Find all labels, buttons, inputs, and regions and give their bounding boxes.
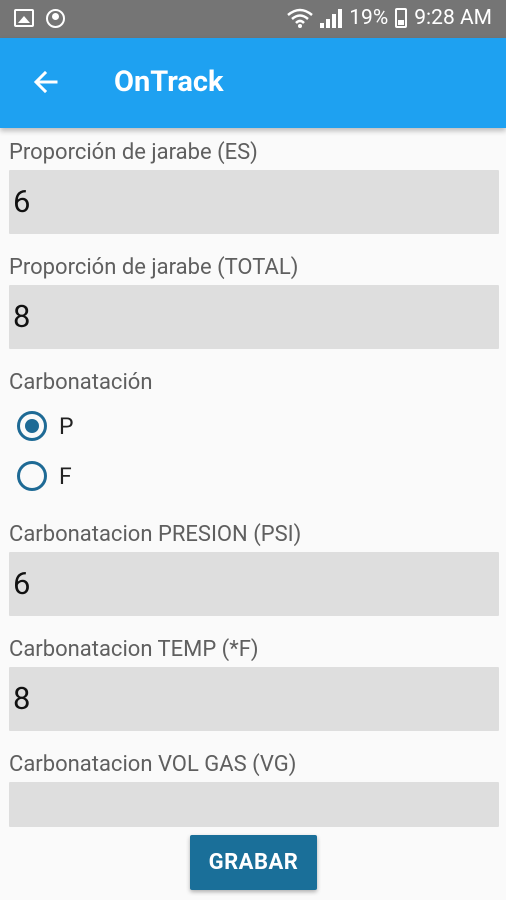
radio-label-f: F xyxy=(59,462,72,490)
battery-percent: 19% xyxy=(349,6,389,30)
radio-button-unchecked[interactable] xyxy=(17,461,47,491)
wifi-icon xyxy=(287,8,314,28)
jarabe-total-input[interactable]: 8 xyxy=(9,285,499,349)
back-arrow-icon[interactable] xyxy=(28,64,64,100)
gallery-icon xyxy=(14,9,34,27)
vol-gas-label: Carbonatacion VOL GAS (VG) xyxy=(9,752,297,777)
radio-button-checked[interactable] xyxy=(17,411,47,441)
carbonatacion-label: Carbonatación xyxy=(9,370,153,395)
jarabe-total-label: Proporción de jarabe (TOTAL) xyxy=(9,255,299,280)
jarabe-es-input[interactable]: 6 xyxy=(9,170,499,234)
presion-input[interactable]: 6 xyxy=(9,552,499,616)
vol-gas-input[interactable] xyxy=(9,782,499,827)
presion-label: Carbonatacion PRESION (PSI) xyxy=(9,522,302,547)
grabar-button[interactable]: GRABAR xyxy=(190,835,317,890)
battery-icon xyxy=(395,8,408,28)
signal-icon xyxy=(320,8,343,28)
clock: 9:28 AM xyxy=(414,6,492,30)
app-title: OnTrack xyxy=(114,65,224,99)
account-icon xyxy=(46,9,65,28)
radio-label-p: P xyxy=(59,412,74,440)
temp-label: Carbonatacion TEMP (*F) xyxy=(9,637,259,662)
app-bar: OnTrack xyxy=(0,38,506,128)
jarabe-es-label: Proporción de jarabe (ES) xyxy=(9,140,258,165)
radio-option-p[interactable]: P xyxy=(17,411,74,441)
temp-input[interactable]: 8 xyxy=(9,667,499,731)
status-bar: 19% 9:28 AM xyxy=(0,0,506,38)
radio-option-f[interactable]: F xyxy=(17,461,72,491)
